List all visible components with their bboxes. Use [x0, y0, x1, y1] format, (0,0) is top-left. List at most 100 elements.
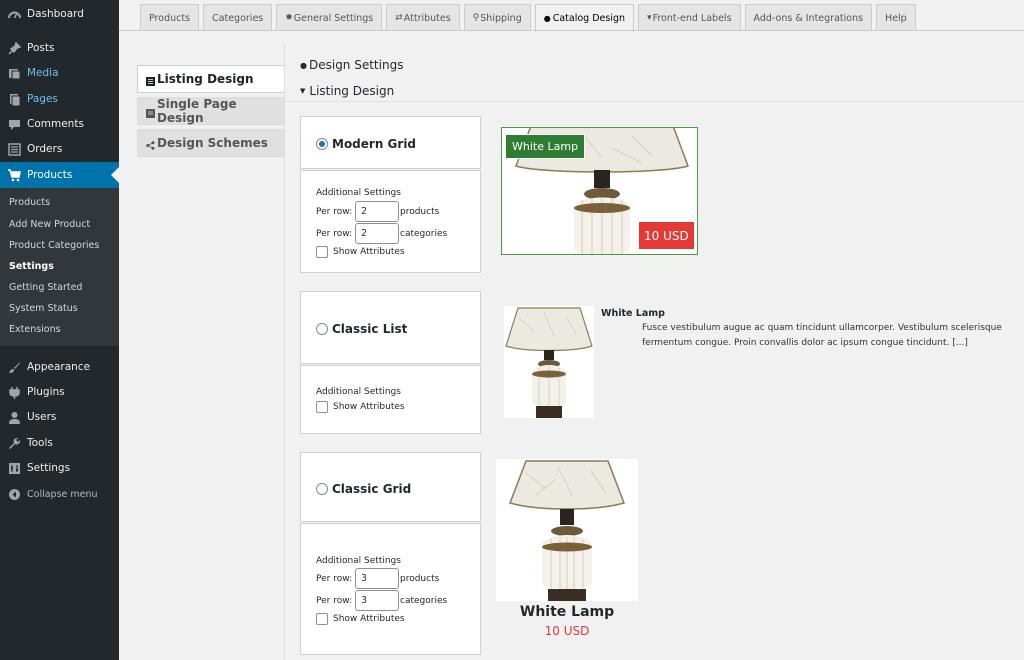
lamp-illustration	[505, 307, 593, 418]
classic-list-settings-box: Additional Settings Show Attributes	[300, 365, 481, 434]
collapse-menu-button[interactable]: Collapse menu	[0, 481, 119, 507]
menu-label: Products	[27, 169, 73, 181]
gear-icon: ✹	[285, 13, 293, 23]
tab-label: General Settings	[293, 12, 374, 24]
menu-label: Posts	[27, 42, 55, 54]
menu-label: Tools	[27, 437, 53, 449]
menu-media[interactable]: Media	[0, 60, 119, 86]
palette-icon: ●	[543, 14, 551, 23]
submenu-system-status[interactable]: System Status	[9, 303, 78, 314]
product-price: 10 USD	[544, 624, 590, 638]
tab-addons-integrations[interactable]: Add-ons & Integrations	[744, 4, 873, 31]
products-per-row-input[interactable]	[355, 201, 399, 222]
radio-button[interactable]	[316, 323, 328, 335]
additional-settings-title: Additional Settings	[316, 188, 401, 198]
menu-label: Comments	[27, 118, 84, 130]
menu-pages[interactable]: Pages	[0, 86, 119, 112]
products-unit-label: products	[400, 574, 440, 584]
submenu-product-categories[interactable]: Product Categories	[9, 240, 99, 251]
heading-label: Listing Design	[309, 84, 395, 98]
products-per-row-input[interactable]	[355, 568, 399, 589]
per-row-label: Per row:	[316, 229, 353, 239]
tab-label: Add-ons & Integrations	[753, 12, 864, 24]
checkbox[interactable]	[316, 246, 328, 258]
menu-label: Media	[27, 67, 59, 79]
tab-help[interactable]: Help	[876, 4, 916, 31]
modern-grid-settings-box: Additional Settings Per row: products Pe…	[300, 170, 481, 273]
lamp-illustration	[509, 460, 625, 601]
classic-list-preview-image	[504, 306, 594, 418]
submenu-products[interactable]: Products	[9, 197, 50, 208]
product-title[interactable]: White Lamp	[601, 308, 665, 319]
dashboard-icon	[8, 8, 21, 21]
checkbox[interactable]	[316, 401, 328, 413]
classic-grid-settings-box: Additional Settings Per row: products Pe…	[300, 523, 481, 655]
plugin-icon	[8, 386, 21, 399]
radio-label: Modern Grid	[332, 137, 417, 151]
submenu-settings[interactable]: Settings	[9, 261, 54, 272]
categories-per-row-input[interactable]	[355, 223, 399, 244]
show-attributes-checkbox[interactable]: Show Attributes	[316, 613, 405, 625]
listing-design-toggle[interactable]: ▼ Listing Design	[300, 84, 394, 98]
tab-products[interactable]: Products	[140, 4, 200, 31]
show-attributes-checkbox[interactable]: Show Attributes	[316, 401, 405, 413]
subnav-listing-design[interactable]: Listing Design	[137, 65, 284, 93]
radio-button[interactable]	[316, 138, 328, 150]
checkbox[interactable]	[316, 613, 328, 625]
menu-users[interactable]: Users	[0, 404, 119, 430]
tab-catalog-design[interactable]: ● Catalog Design	[534, 4, 635, 32]
price-badge: 10 USD	[639, 222, 694, 249]
per-row-label: Per row:	[316, 574, 353, 584]
submenu-extensions[interactable]: Extensions	[9, 324, 61, 335]
menu-dashboard[interactable]: Dashboard	[0, 1, 119, 27]
modern-grid-radio[interactable]: Modern Grid	[316, 137, 416, 151]
palette-icon: ●	[300, 60, 307, 70]
submenu-getting-started[interactable]: Getting Started	[9, 282, 82, 293]
admin-sidebar: Dashboard Posts Media Pages Comments Ord…	[0, 0, 119, 660]
menu-appearance[interactable]: Appearance	[0, 354, 119, 380]
location-pin-icon: ⚲	[472, 13, 480, 23]
checkbox-label: Show Attributes	[333, 614, 405, 624]
classic-grid-radio[interactable]: Classic Grid	[316, 482, 411, 496]
subnav-single-page-design[interactable]: Single Page Design	[137, 97, 284, 125]
tab-general-settings[interactable]: ✹ General Settings	[276, 4, 383, 31]
subnav-design-schemes[interactable]: Design Schemes	[137, 129, 284, 157]
show-attributes-checkbox[interactable]: Show Attributes	[316, 246, 405, 258]
menu-posts[interactable]: Posts	[0, 35, 119, 61]
classic-list-radio[interactable]: Classic List	[316, 322, 407, 336]
menu-tools[interactable]: Tools	[0, 430, 119, 456]
radio-button[interactable]	[316, 483, 328, 495]
content-divider	[284, 44, 285, 660]
tab-categories[interactable]: Categories	[203, 4, 273, 31]
tab-front-end-labels[interactable]: ▾ Front-end Labels	[638, 4, 741, 31]
subnav-label: Design Schemes	[157, 136, 268, 150]
categories-per-row-input[interactable]	[355, 590, 399, 611]
tab-shipping[interactable]: ⚲ Shipping	[463, 4, 531, 31]
product-name-badge: White Lamp	[505, 134, 586, 159]
media-icon	[8, 67, 21, 80]
menu-label: Settings	[27, 462, 71, 474]
menu-comments[interactable]: Comments	[0, 111, 119, 137]
settings-icon	[8, 462, 21, 475]
additional-settings-title: Additional Settings	[316, 387, 401, 397]
menu-orders[interactable]: Orders	[0, 136, 119, 162]
menu-label: Appearance	[27, 361, 91, 373]
subnav-label: Listing Design	[157, 72, 254, 86]
tab-label: Shipping	[480, 12, 522, 24]
brush-icon	[8, 361, 21, 374]
classic-grid-preview-image	[496, 459, 638, 601]
share-icon	[146, 139, 155, 150]
submenu-add-new-product[interactable]: Add New Product	[9, 219, 90, 230]
menu-plugins[interactable]: Plugins	[0, 379, 119, 405]
tab-label: Products	[149, 12, 191, 24]
per-row-label: Per row:	[316, 207, 353, 217]
product-title[interactable]: White Lamp	[496, 604, 638, 620]
wrench-icon	[8, 437, 21, 450]
checkbox-label: Show Attributes	[333, 402, 405, 412]
tab-attributes[interactable]: ⇄ Attributes	[386, 4, 460, 31]
menu-label: Pages	[27, 93, 58, 105]
menu-products[interactable]: Products	[0, 162, 119, 188]
menu-settings[interactable]: Settings	[0, 455, 119, 481]
radio-label: Classic List	[332, 322, 408, 336]
menu-label: Dashboard	[27, 8, 84, 20]
